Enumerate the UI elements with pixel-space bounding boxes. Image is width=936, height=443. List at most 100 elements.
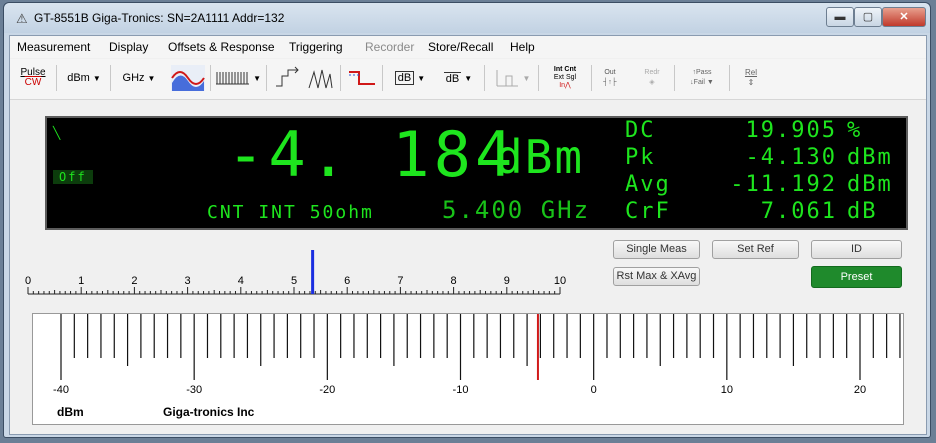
- chevron-down-icon: ▼: [417, 73, 426, 83]
- stat-unit-pk: dBm: [847, 145, 893, 170]
- single-meas-button[interactable]: Single Meas: [613, 240, 700, 259]
- stat-unit-avg: dBm: [847, 172, 893, 197]
- top-scale-tick-label: 0: [25, 275, 31, 287]
- trigger-edge-button[interactable]: [345, 63, 379, 93]
- preset-button[interactable]: Preset: [811, 266, 902, 288]
- status-tick-icon: ╲: [53, 126, 63, 140]
- stat-unit-crf: dB: [847, 199, 878, 224]
- bottom-scale-tick-label: -10: [453, 384, 469, 396]
- bottom-unit-label: dBm: [57, 405, 84, 419]
- client-area: Measurement Display Offsets & Response T…: [9, 35, 927, 435]
- units-dropdown[interactable]: dBm ▼: [62, 63, 106, 93]
- stat-label-pk: Pk: [625, 145, 656, 170]
- stat-value-avg: -11.192: [730, 172, 837, 197]
- maker-label: Giga-tronics Inc: [163, 405, 255, 419]
- peak-trace-button[interactable]: [305, 63, 335, 93]
- menu-recorder[interactable]: Recorder: [365, 40, 414, 54]
- limit-marker-icon: [496, 70, 518, 87]
- top-analog-scale: 0 1 2 3 4 5 6 7 8 9 10: [25, 250, 566, 295]
- db-step-up-dropdown[interactable]: dB ▼: [388, 63, 432, 93]
- bottom-scale-tick-label: -40: [53, 384, 69, 396]
- redr-label: Redr: [644, 69, 660, 76]
- sgl-label: Sgl: [565, 74, 577, 81]
- out-label: Out: [604, 69, 616, 76]
- off-indicator: Off: [53, 170, 93, 184]
- db-step-down-dropdown[interactable]: dB ▼: [436, 63, 480, 93]
- trigger-edge-icon: [349, 71, 375, 85]
- menu-bar: Measurement Display Offsets & Response T…: [10, 36, 926, 58]
- pulse-cw-button[interactable]: Pulse CW: [16, 63, 50, 93]
- int-label: Int: [553, 66, 563, 73]
- peaks-icon: [308, 69, 333, 89]
- menu-store-recall[interactable]: Store/Recall: [428, 40, 493, 54]
- relative-button[interactable]: Rel ⇕: [734, 63, 768, 93]
- top-scale-tick-label: 5: [291, 275, 297, 287]
- rel-label: Rel: [744, 68, 757, 77]
- db-step-up-label: dB: [394, 71, 415, 85]
- top-scale-tick-label: 3: [185, 275, 191, 287]
- bottom-scale-tick-label: 0: [591, 384, 597, 396]
- menu-offsets-response[interactable]: Offsets & Response: [168, 40, 275, 54]
- set-ref-button[interactable]: Set Ref: [712, 240, 799, 259]
- stat-label-crf: CrF: [625, 199, 671, 224]
- top-scale-tick-label: 8: [451, 275, 457, 287]
- output-pulse-icon: ┤↑├: [603, 79, 617, 86]
- rising-trace-icon: [276, 66, 299, 87]
- menu-measurement[interactable]: Measurement: [17, 40, 90, 54]
- relative-icon: ⇕: [747, 78, 755, 87]
- ext-label: Ext: [553, 74, 565, 81]
- db-step-down-label: dB: [443, 71, 462, 85]
- analog-meter-panel: 0 1 2 3 4 5 6 7 8 9 10 Single Meas Set Ref ID Rst …: [10, 240, 926, 306]
- top-scale-tick-label: 7: [397, 275, 403, 287]
- bottom-scale-tick-label: -30: [186, 384, 202, 396]
- pulse-train-icon: [216, 72, 249, 85]
- pass-label: Pass: [695, 69, 712, 76]
- stat-label-avg: Avg: [625, 172, 671, 197]
- bottom-scale-tick-label: 20: [854, 384, 866, 396]
- menu-display[interactable]: Display: [109, 40, 148, 54]
- app-window: ⚠ GT-8551B Giga-Tronics: SN=2A1111 Addr=…: [3, 2, 931, 438]
- maximize-button[interactable]: ▢: [854, 7, 882, 27]
- mode-line: CNT INT 50ohm: [207, 202, 374, 223]
- units-value: dBm: [67, 72, 90, 84]
- main-power-value: -4. 184: [227, 118, 517, 191]
- chevron-down-icon: ▼: [522, 73, 531, 83]
- chevron-down-icon: ▼: [92, 73, 101, 83]
- limit-marker-dropdown[interactable]: ▼: [490, 63, 534, 93]
- stat-value-crf: 7.061: [760, 199, 837, 224]
- pulse-profile-dropdown[interactable]: ▼: [215, 63, 261, 93]
- close-button[interactable]: ✕: [882, 7, 926, 27]
- rst-max-xavg-button[interactable]: Rst Max & XAvg: [613, 267, 700, 286]
- cnt-label: Cnt: [564, 66, 577, 73]
- chevron-down-icon: ▼: [147, 73, 156, 83]
- top-scale-tick-label: 2: [131, 275, 137, 287]
- window-title: GT-8551B Giga-Tronics: SN=2A1111 Addr=13…: [34, 11, 285, 25]
- frequency-unit-dropdown[interactable]: GHz ▼: [116, 63, 162, 93]
- stat-label-dc: DC: [625, 118, 656, 143]
- stat-unit-dc: %: [847, 118, 863, 143]
- redraw-button[interactable]: Redr ◈: [632, 63, 672, 93]
- freq-unit-value: GHz: [122, 72, 145, 84]
- output-button[interactable]: Out ┤↑├: [595, 63, 625, 93]
- stat-value-pk: -4.130: [745, 145, 837, 170]
- pass-fail-dropdown[interactable]: ↑Pass ↓Fail ▼: [679, 63, 725, 93]
- top-scale-marker: [311, 250, 315, 294]
- waveform-display-button[interactable]: [170, 63, 206, 93]
- id-button[interactable]: ID: [811, 240, 902, 259]
- main-power-unit: dBm: [495, 130, 585, 184]
- menu-triggering[interactable]: Triggering: [289, 40, 343, 54]
- cw-label: CW: [24, 77, 42, 88]
- toolbar: Pulse CW dBm ▼ GHz ▼ ▼ dB ▼ dB ▼ ▼ Int C…: [10, 59, 926, 100]
- app-logo-icon: ⚠: [16, 11, 28, 26]
- bottom-scale-tick-label: 10: [721, 384, 733, 396]
- minimize-button[interactable]: ▬: [826, 7, 854, 27]
- trace-up-button[interactable]: [272, 63, 302, 93]
- chevron-down-icon: ▼: [464, 73, 473, 83]
- redraw-icon: ◈: [649, 79, 655, 86]
- trigger-source-dropdown[interactable]: Int Cnt Ext Sgl In⋀: [543, 63, 587, 93]
- measurement-display: ╲ Off -4. 184 dBm CNT INT 50ohm 5.400 GH…: [45, 116, 908, 230]
- title-bar[interactable]: ⚠ GT-8551B Giga-Tronics: SN=2A1111 Addr=…: [4, 3, 930, 33]
- in-label: In: [559, 82, 566, 89]
- menu-help[interactable]: Help: [510, 40, 535, 54]
- waveform-icon: [171, 65, 205, 91]
